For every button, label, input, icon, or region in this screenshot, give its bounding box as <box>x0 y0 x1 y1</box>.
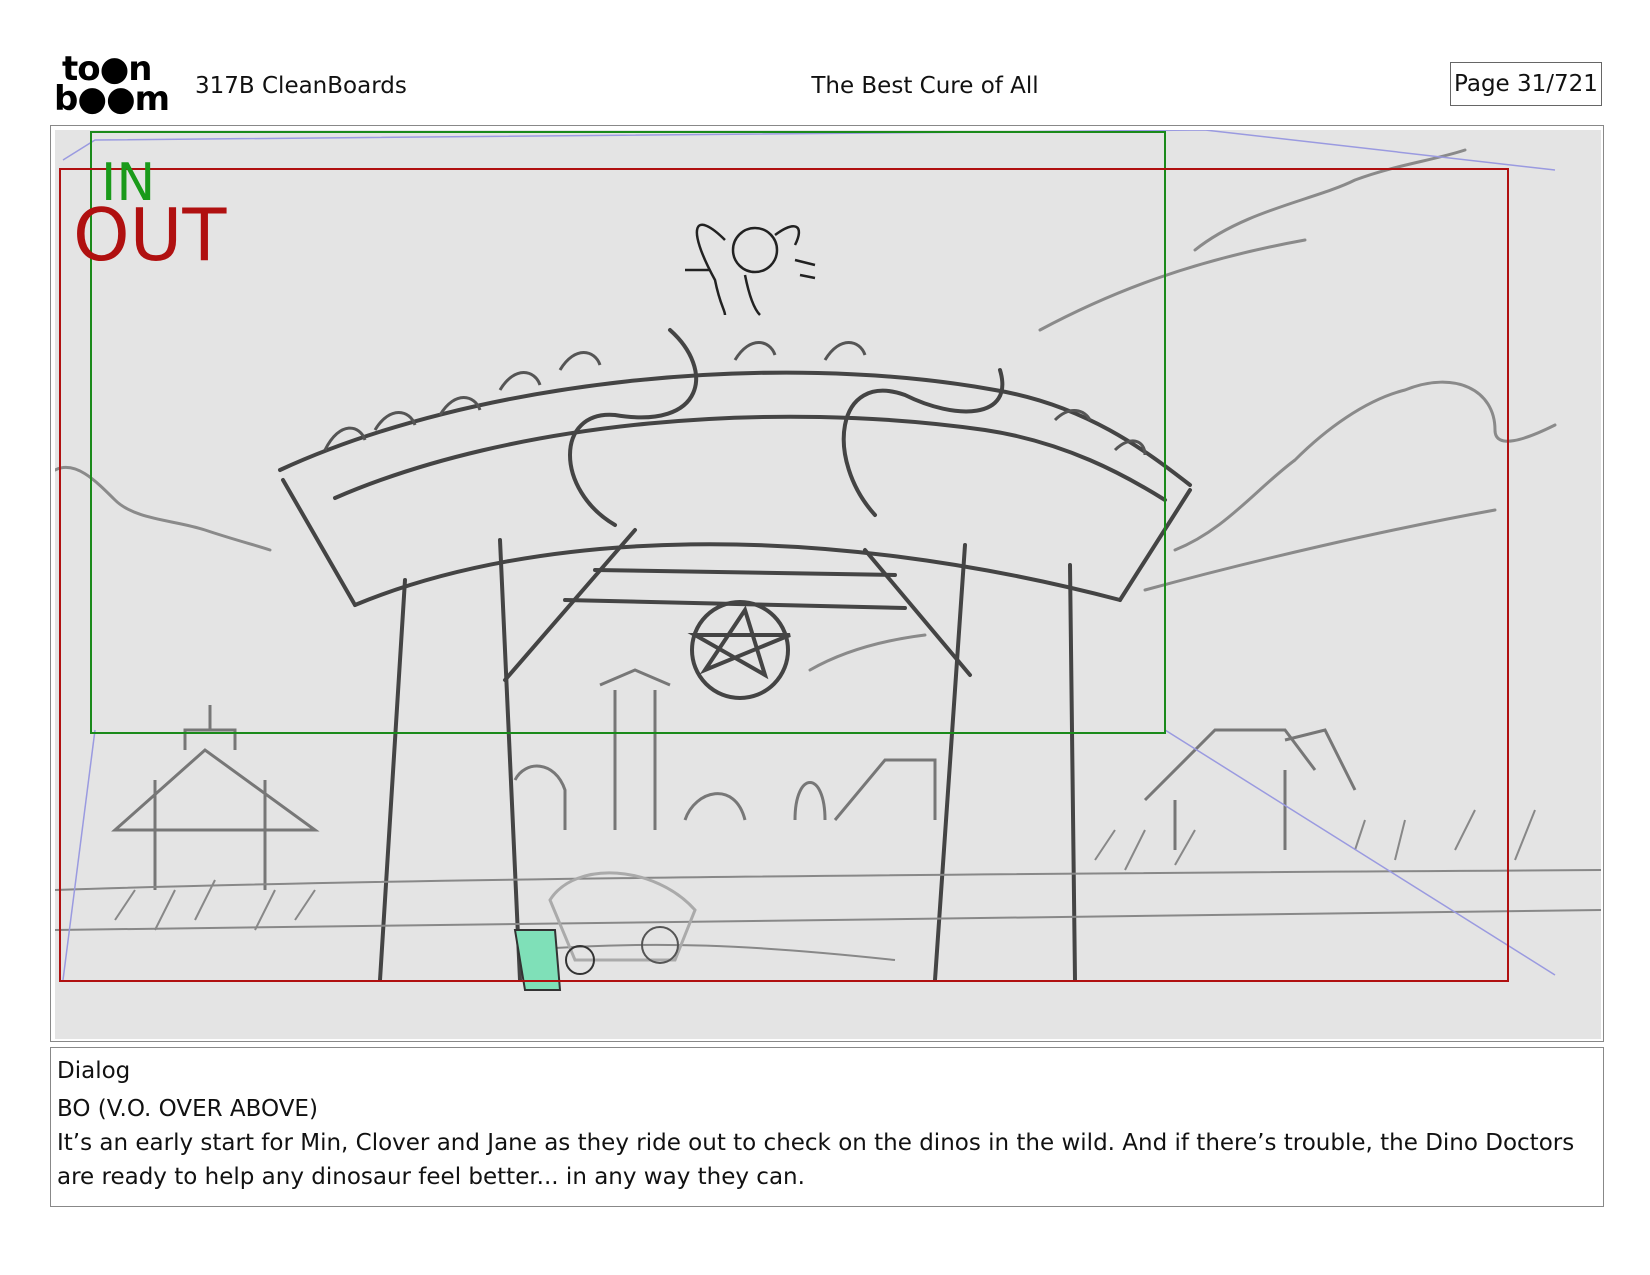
dialog-speaker: BO (V.O. OVER ABOVE) <box>57 1096 318 1122</box>
dialog-heading: Dialog <box>57 1058 131 1084</box>
out-label: OUT <box>73 193 227 277</box>
dialog-text: It’s an early start for Min, Clover and … <box>57 1130 1575 1190</box>
panel-drawing: IN OUT <box>55 130 1601 1039</box>
episode-title: The Best Cure of All <box>811 73 1039 99</box>
dialog-box: Dialog BO (V.O. OVER ABOVE) It’s an earl… <box>50 1047 1604 1207</box>
storyboard-panel: IN OUT <box>50 125 1604 1042</box>
page-counter: Page 31/721 <box>1450 62 1602 106</box>
panel-background <box>55 130 1601 1039</box>
